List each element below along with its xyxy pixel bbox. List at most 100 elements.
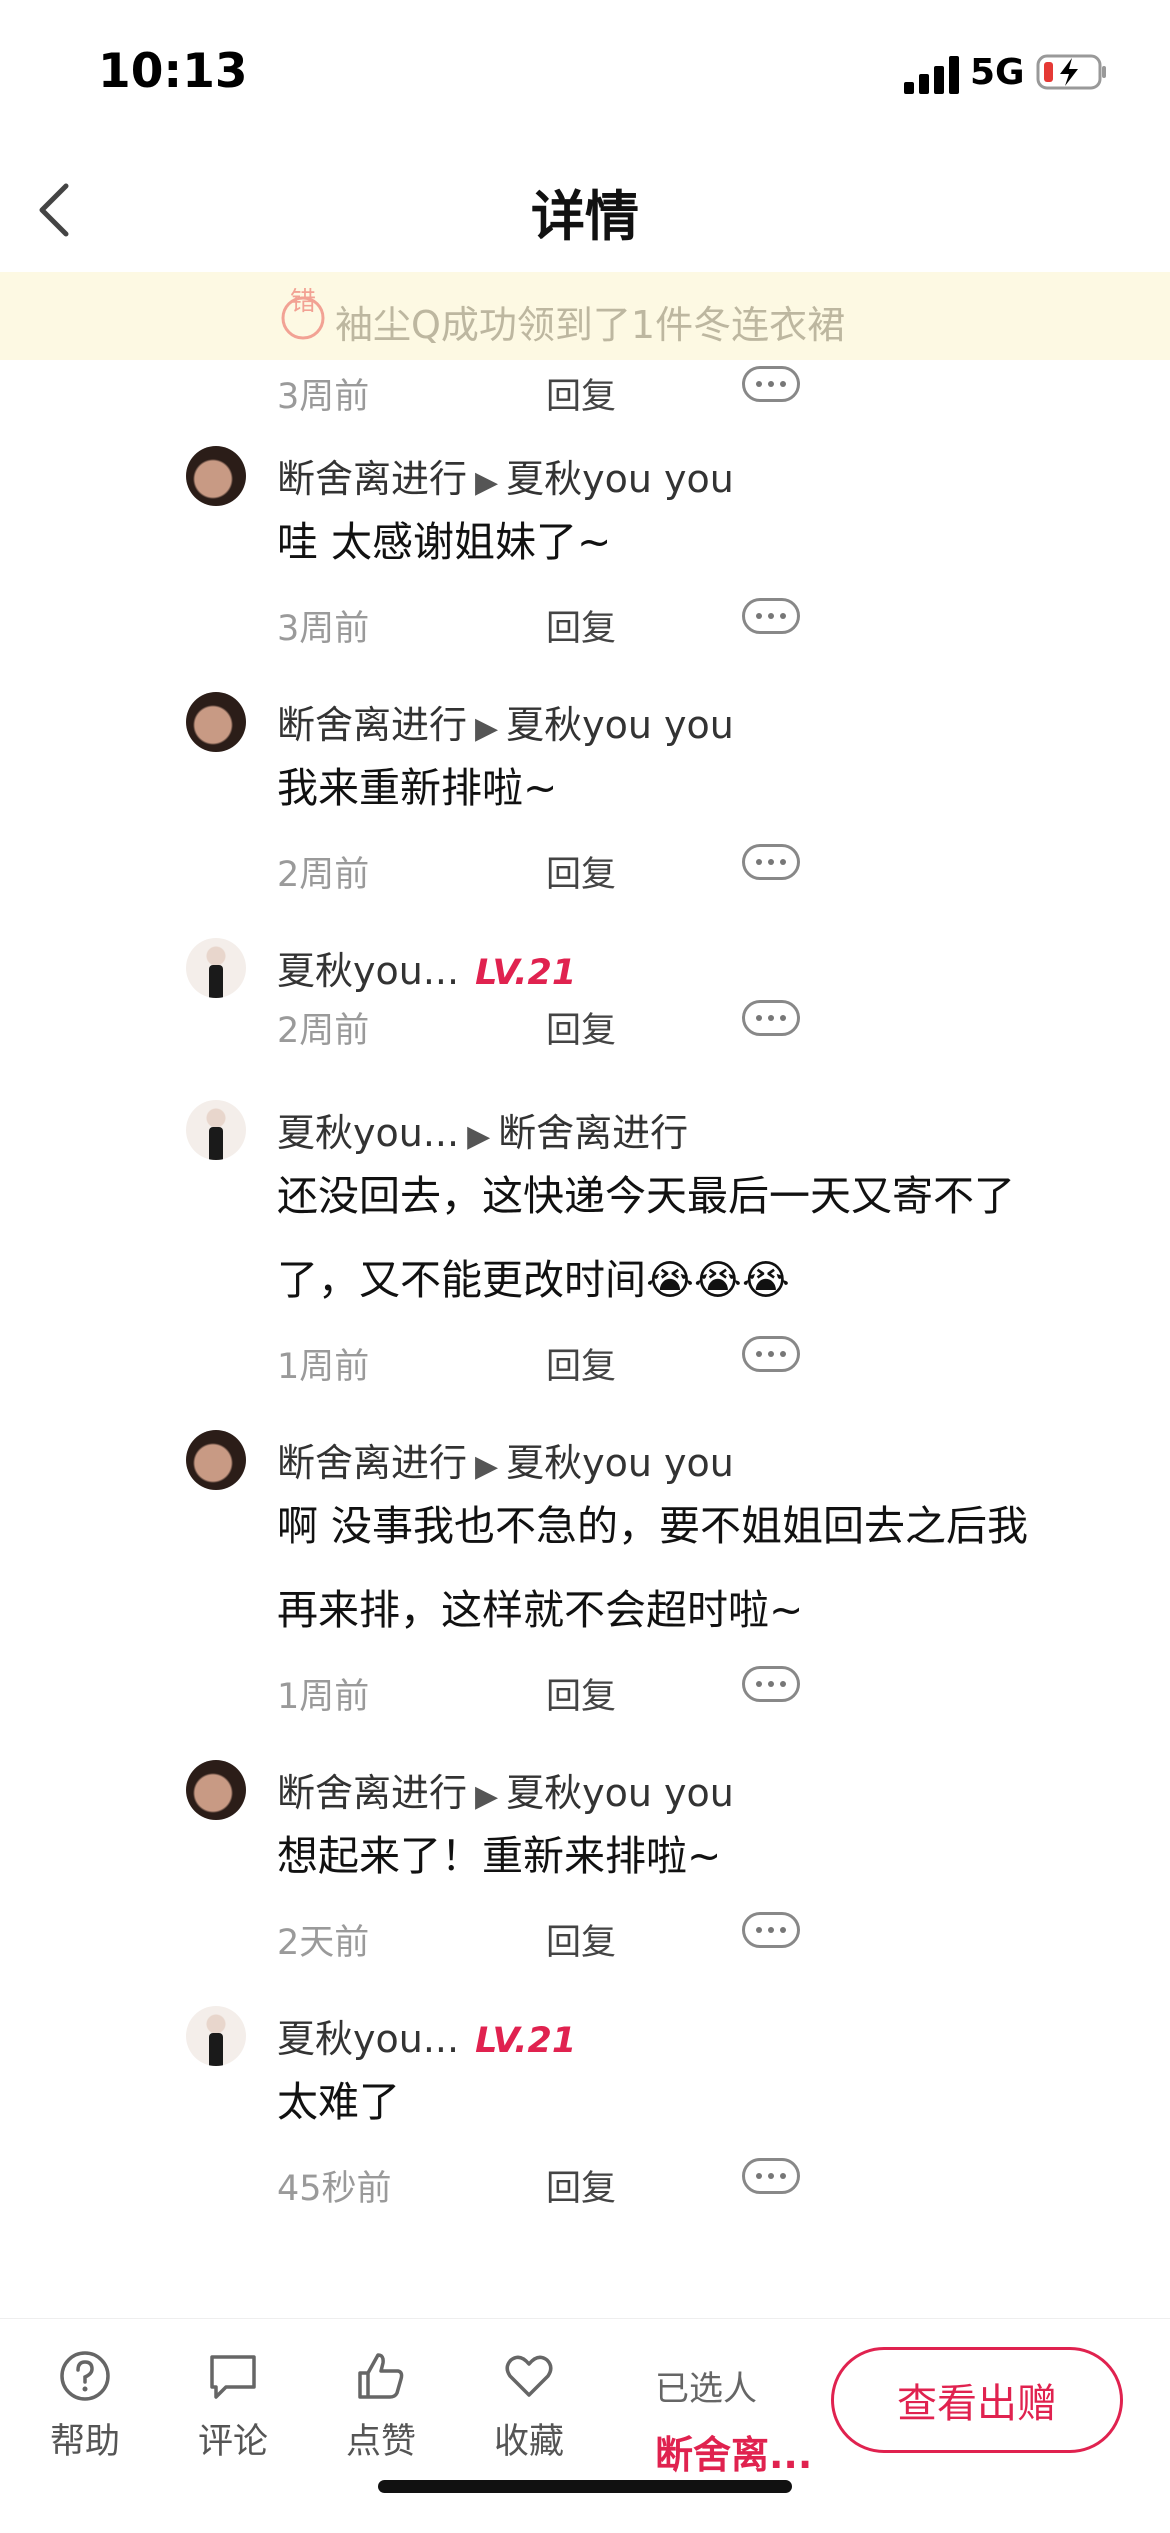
comment-time: 1周前 bbox=[277, 1677, 370, 1717]
picked-person: 已选人 断舍离... bbox=[655, 2361, 825, 2479]
comment-meta: 2周前 回复 bbox=[0, 840, 1170, 896]
comment-text: 想起来了！重新来排啦~ bbox=[277, 1832, 722, 1880]
avatar[interactable] bbox=[186, 1430, 246, 1490]
more-options-icon[interactable] bbox=[742, 1912, 800, 1948]
notice-banner: 错 袖尘Q成功领到了1件冬连衣裙 bbox=[0, 272, 1170, 360]
reply-target[interactable]: 夏秋you you bbox=[506, 703, 734, 747]
comment-list: 3周前 回复 断舍离进行 ▶ 夏秋you you 哇 太感谢姐妹了~ 3周前 回复 断舍离进… bbox=[0, 360, 1170, 2222]
comment-meta: 45秒前 回复 bbox=[0, 2154, 1170, 2210]
comment-item: 断舍离进行 ▶ 夏秋you you 想起来了！重新来排啦~ 2天前 回复 bbox=[0, 1730, 1170, 1976]
comment-item: 断舍离进行 ▶ 夏秋you you 哇 太感谢姐妹了~ 3周前 回复 bbox=[0, 416, 1170, 662]
comment-meta: 1周前 回复 bbox=[0, 1332, 1170, 1388]
avatar[interactable] bbox=[186, 2006, 246, 2066]
thumbs-up-icon bbox=[358, 2353, 404, 2399]
bottom-toolbar: 帮助 评论 点赞 收藏 已选人 断舍离... 查看出赠 bbox=[0, 2318, 1170, 2533]
badge-icon: 错 bbox=[281, 288, 325, 340]
comment-icon bbox=[210, 2355, 256, 2399]
comment-item: 断舍离进行 ▶ 夏秋you you 我来重新排啦~ 2周前 回复 bbox=[0, 662, 1170, 908]
comment-author[interactable]: 断舍离进行 bbox=[277, 1771, 467, 1815]
comment-time: 45秒前 bbox=[277, 2169, 392, 2209]
comment-header: 夏秋you... LV.21 bbox=[277, 2008, 576, 2063]
reply-button[interactable]: 回复 bbox=[546, 2160, 616, 2211]
comment-author[interactable]: 断舍离进行 bbox=[277, 703, 467, 747]
comment-time: 3周前 bbox=[277, 377, 370, 417]
comment-item: 夏秋you... LV.21 2周前 回复 bbox=[0, 908, 1170, 1070]
help-label: 帮助 bbox=[49, 2422, 120, 2462]
avatar[interactable] bbox=[186, 1100, 246, 1160]
reply-target[interactable]: 夏秋you you bbox=[506, 1771, 734, 1815]
nav-bar: 详情 bbox=[0, 150, 1170, 270]
reply-target[interactable]: 夏秋you you bbox=[506, 457, 734, 501]
view-giveaway-button[interactable]: 查看出赠 bbox=[831, 2347, 1123, 2453]
comment-header: 断舍离进行 ▶ 夏秋you you bbox=[277, 1432, 734, 1487]
comment-item: 断舍离进行 ▶ 夏秋you you 啊 没事我也不急的，要不姐姐回去之后我 再来排，这样… bbox=[0, 1400, 1170, 1730]
reply-target[interactable]: 断舍离进行 bbox=[498, 1111, 688, 1155]
comment-author[interactable]: 断舍离进行 bbox=[277, 457, 467, 501]
more-options-icon[interactable] bbox=[742, 1336, 800, 1372]
picked-name: 断舍离... bbox=[655, 2433, 813, 2477]
reply-arrow-icon: ▶ bbox=[475, 465, 499, 500]
comment-meta: 2周前 回复 bbox=[0, 996, 1170, 1052]
comment-time: 3周前 bbox=[277, 609, 370, 649]
home-indicator bbox=[378, 2480, 792, 2493]
like-label: 点赞 bbox=[345, 2422, 416, 2462]
comment-item: 夏秋you... ▶ 断舍离进行 还没回去，这快递今天最后一天又寄不了 了，又不能更改时… bbox=[0, 1070, 1170, 1400]
reply-button[interactable]: 回复 bbox=[546, 1338, 616, 1389]
comment-author[interactable]: 夏秋you... bbox=[277, 2017, 459, 2061]
reply-button[interactable]: 回复 bbox=[546, 368, 616, 419]
comment-time: 1周前 bbox=[277, 1347, 370, 1387]
reply-button[interactable]: 回复 bbox=[546, 846, 616, 897]
reply-button[interactable]: 回复 bbox=[546, 600, 616, 651]
comment-meta: 1周前 回复 bbox=[0, 1662, 1170, 1718]
avatar[interactable] bbox=[186, 1760, 246, 1820]
signal-icon bbox=[904, 56, 960, 94]
like-button[interactable]: 点赞 bbox=[326, 2349, 436, 2464]
level-badge: LV.21 bbox=[475, 953, 577, 993]
battery-charging-icon bbox=[1036, 54, 1106, 90]
comment-meta: 3周前 回复 bbox=[0, 362, 1170, 418]
status-bar: 10:13 5G bbox=[0, 0, 1170, 150]
comment-author[interactable]: 夏秋you... bbox=[277, 1111, 459, 1155]
comment-header: 夏秋you... ▶ 断舍离进行 bbox=[277, 1102, 688, 1157]
comment-text: 太难了 bbox=[277, 2078, 400, 2126]
picked-label: 已选人 bbox=[655, 2369, 757, 2409]
comment-header: 断舍离进行 ▶ 夏秋you you bbox=[277, 694, 734, 749]
reply-arrow-icon: ▶ bbox=[475, 1449, 499, 1484]
avatar[interactable] bbox=[186, 938, 246, 998]
help-icon bbox=[60, 2351, 110, 2401]
level-badge: LV.21 bbox=[475, 2021, 577, 2061]
network-label: 5G bbox=[970, 52, 1025, 93]
comment-author[interactable]: 断舍离进行 bbox=[277, 1441, 467, 1485]
reply-target[interactable]: 夏秋you you bbox=[506, 1441, 734, 1485]
heart-icon bbox=[505, 2355, 553, 2397]
comment-meta: 2天前 回复 bbox=[0, 1908, 1170, 1964]
comment-header: 夏秋you... LV.21 bbox=[277, 940, 576, 995]
more-options-icon[interactable] bbox=[742, 366, 800, 402]
comment-button[interactable]: 评论 bbox=[178, 2349, 288, 2464]
comment-text: 哇 太感谢姐妹了~ bbox=[277, 518, 612, 566]
reply-arrow-icon: ▶ bbox=[475, 1779, 499, 1814]
comment-author[interactable]: 夏秋you... bbox=[277, 949, 459, 993]
favorite-button[interactable]: 收藏 bbox=[474, 2349, 584, 2464]
reply-arrow-icon: ▶ bbox=[467, 1119, 491, 1154]
comment-time: 2天前 bbox=[277, 1923, 370, 1963]
reply-button[interactable]: 回复 bbox=[546, 1002, 616, 1053]
avatar[interactable] bbox=[186, 692, 246, 752]
more-options-icon[interactable] bbox=[742, 844, 800, 880]
more-options-icon[interactable] bbox=[742, 598, 800, 634]
comment-text: 我来重新排啦~ bbox=[277, 764, 558, 812]
more-options-icon[interactable] bbox=[742, 1666, 800, 1702]
reply-button[interactable]: 回复 bbox=[546, 1668, 616, 1719]
comment-header: 断舍离进行 ▶ 夏秋you you bbox=[277, 448, 734, 503]
help-button[interactable]: 帮助 bbox=[30, 2349, 140, 2464]
comment-text: 还没回去，这快递今天最后一天又寄不了 bbox=[277, 1172, 1015, 1220]
reply-button[interactable]: 回复 bbox=[546, 1914, 616, 1965]
more-options-icon[interactable] bbox=[742, 2158, 800, 2194]
more-options-icon[interactable] bbox=[742, 1000, 800, 1036]
comment-time: 2周前 bbox=[277, 855, 370, 895]
page-title: 详情 bbox=[531, 185, 639, 248]
favorite-label: 收藏 bbox=[493, 2422, 564, 2462]
avatar[interactable] bbox=[186, 446, 246, 506]
comment-meta: 3周前 回复 bbox=[0, 594, 1170, 650]
status-time: 10:13 bbox=[98, 44, 248, 99]
